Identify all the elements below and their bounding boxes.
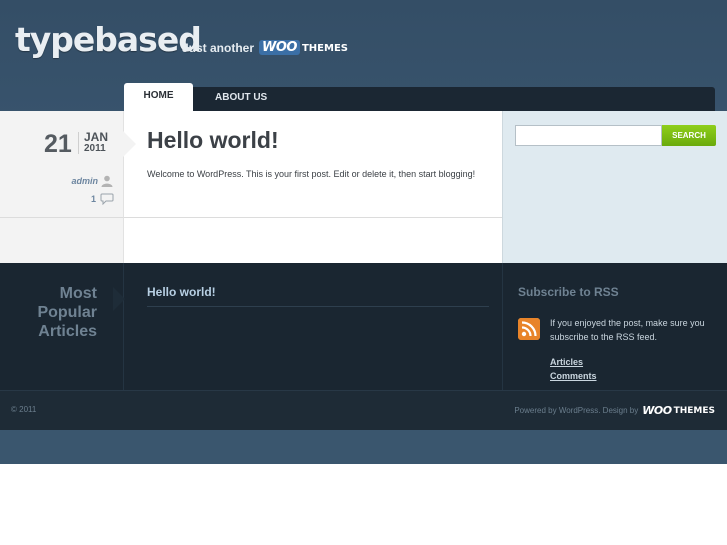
sidebar: SEARCH (502, 111, 727, 263)
popular-articles-heading: Most Popular Articles (37, 285, 97, 340)
post-title[interactable]: Hello world! (147, 127, 279, 154)
copyright: © 2011 (11, 405, 37, 414)
comment-count[interactable]: 1 (70, 194, 96, 204)
rss-column: Subscribe to RSS If you enjoyed the post… (502, 263, 727, 390)
credits-text: Powered by WordPress. Design by (514, 406, 639, 415)
site-tagline: Just another WOO THEMES (182, 40, 348, 55)
comment-bubble-icon[interactable] (100, 193, 114, 205)
post-day: 21 (44, 130, 72, 158)
user-icon (101, 175, 113, 187)
main-nav: HOME ABOUT US (124, 83, 715, 111)
footer-woo-mark[interactable]: WOO (642, 404, 672, 417)
footer-themes-text[interactable]: THEMES (674, 406, 715, 416)
widget-arrow (113, 287, 125, 311)
post-content: Hello world! Welcome to WordPress. This … (124, 111, 502, 217)
nav-item-home[interactable]: HOME (124, 83, 193, 111)
popular-column: Most Popular Articles (0, 263, 124, 390)
site-logo[interactable]: typebased (15, 20, 202, 59)
content-lower (124, 217, 502, 263)
footer-bar: © 2011 Powered by WordPress. Design by W… (0, 390, 727, 430)
popular-article-link[interactable]: Hello world! (147, 285, 216, 299)
post-meta: 21 JAN 2011 admin 1 (0, 111, 124, 217)
tagline-prefix: Just another (182, 40, 255, 55)
site: typebased Just another WOO THEMES HOME A… (0, 0, 727, 464)
rss-feed-icon[interactable] (518, 318, 540, 340)
post-year: 2011 (84, 143, 106, 154)
post-body: Welcome to WordPress. This is your first… (147, 169, 476, 179)
search-button[interactable]: SEARCH (662, 125, 716, 146)
post-author[interactable]: admin (40, 176, 98, 186)
themes-text: THEMES (301, 43, 348, 54)
search-input[interactable] (515, 125, 662, 146)
nav-item-about-us[interactable]: ABOUT US (215, 87, 267, 111)
rss-description: If you enjoyed the post, make sure you s… (550, 318, 705, 342)
woo-mark: WOO (259, 40, 300, 55)
rss-heading: Subscribe to RSS (518, 285, 619, 299)
footer-credits: Powered by WordPress. Design by WOO THEM… (514, 404, 715, 417)
meta-lower (0, 217, 124, 263)
post-band: 21 JAN 2011 admin 1 Hello world! Welcome… (0, 111, 727, 263)
footer-widgets: Most Popular Articles Hello world! Subsc… (0, 263, 727, 390)
woothemes-logo[interactable]: WOO THEMES (259, 40, 348, 55)
popular-divider (147, 306, 489, 307)
rss-comments-link[interactable]: Comments (550, 371, 597, 381)
date-divider (78, 132, 79, 154)
rss-articles-link[interactable]: Articles (550, 357, 583, 367)
post-month: JAN (84, 130, 109, 144)
